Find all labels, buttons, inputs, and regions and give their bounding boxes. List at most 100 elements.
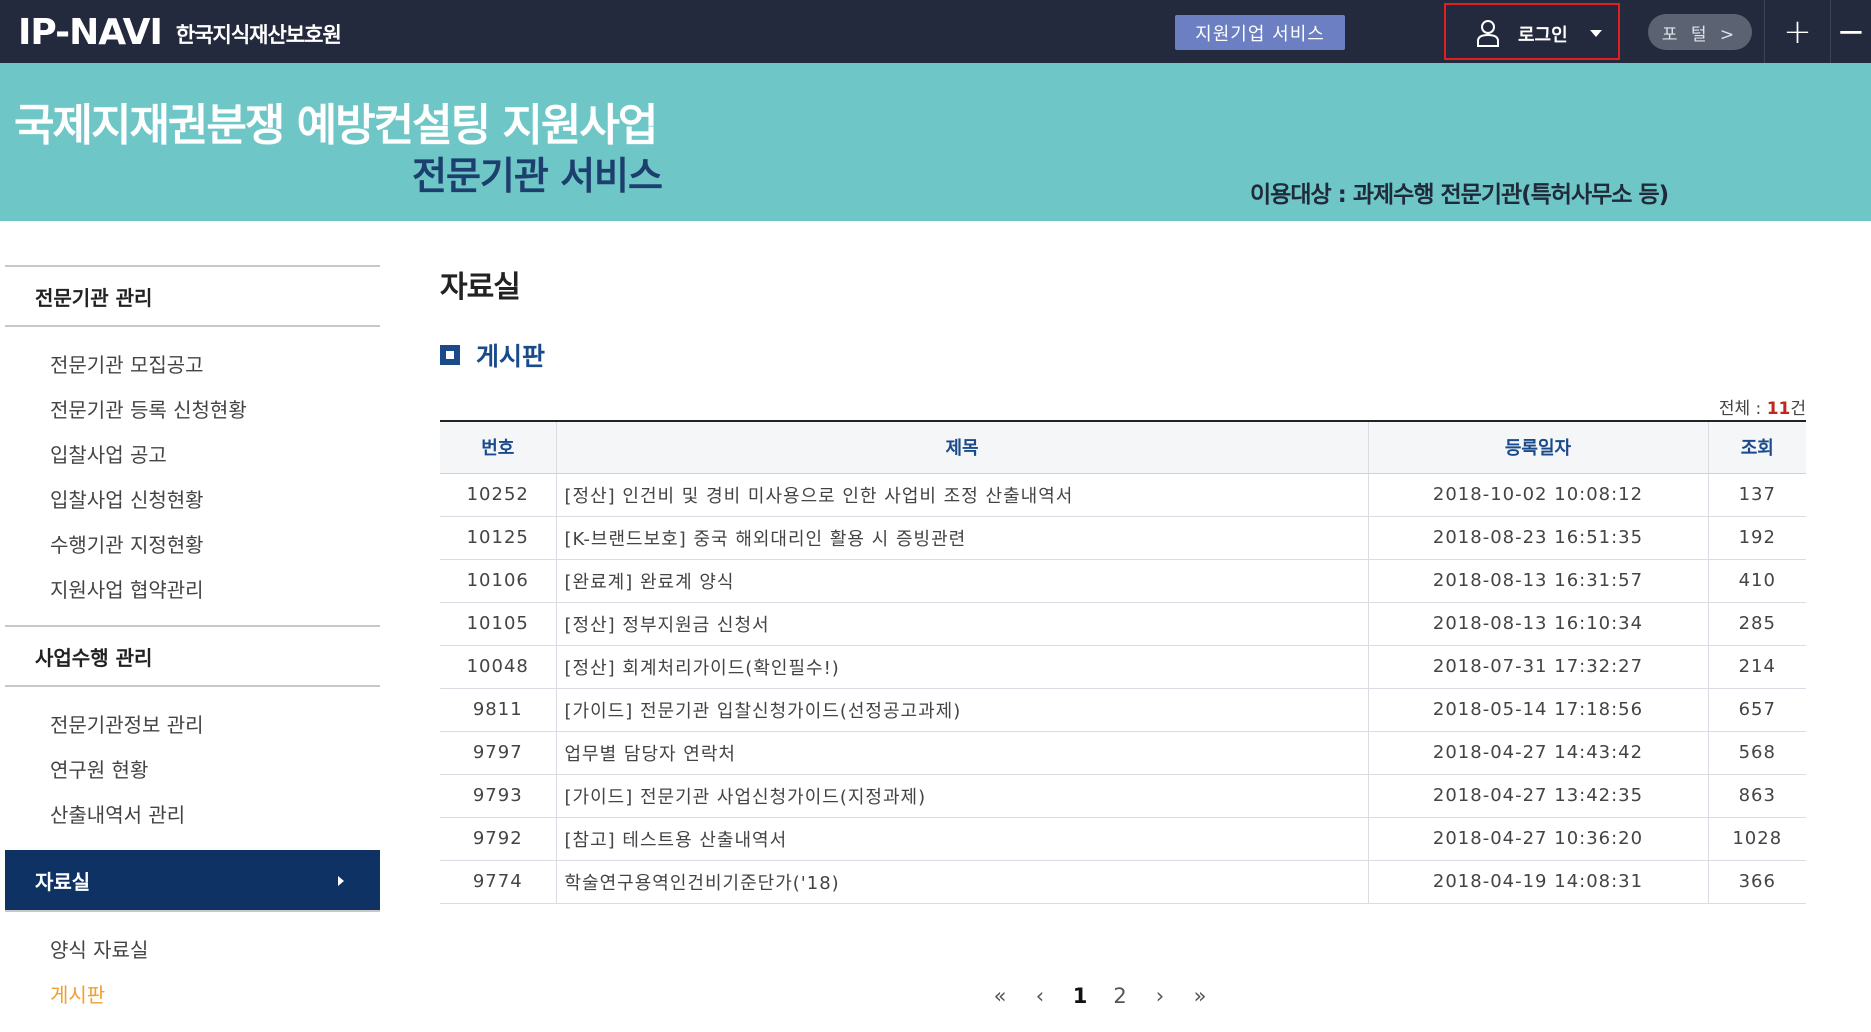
row-number: 10252: [440, 473, 556, 517]
table-row[interactable]: 10106 [완료계] 완료계 양식 2018-08-13 16:31:57 410: [440, 559, 1806, 603]
table-row[interactable]: 9793 [가이드] 전문기관 사업신청가이드(지정과제) 2018-04-27 1…: [440, 774, 1806, 818]
row-date: 2018-10-02 10:08:12: [1367, 473, 1708, 517]
column-header-date: 등록일자: [1367, 420, 1708, 474]
row-number: 9811: [440, 688, 556, 732]
square-bullet-icon: [440, 345, 460, 365]
total-prefix: 전체 :: [1718, 399, 1767, 419]
sidebar-item-registration-status[interactable]: 전문기관 등록 신청현황: [5, 386, 380, 431]
row-date: 2018-04-27 13:42:35: [1367, 774, 1708, 818]
banner-target-users: 이용대상 : 과제수행 전문기관(특허사무소 등): [1250, 182, 1669, 208]
login-dropdown[interactable]: 로그인: [1444, 3, 1620, 60]
page-1-button[interactable]: 1: [1060, 978, 1100, 1014]
row-views: 657: [1707, 688, 1806, 732]
table-row[interactable]: 10252 [정산] 인건비 및 경비 미사용으로 인한 사업비 조정 산출내역서…: [440, 473, 1806, 517]
sidebar-item-bid-application-status[interactable]: 입찰사업 신청현황: [5, 476, 380, 521]
minus-icon[interactable]: −: [1830, 0, 1871, 63]
row-title-link[interactable]: 업무별 담당자 연락처: [555, 731, 1368, 775]
row-title-link[interactable]: [가이드] 전문기관 사업신청가이드(지정과제): [555, 774, 1368, 818]
table-row[interactable]: 10125 [K-브랜드보호] 중국 해외대리인 활용 시 증빙관련 2018-08…: [440, 516, 1806, 560]
sidebar: 전문기관 관리 전문기관 모집공고 전문기관 등록 신청현황 입찰사업 공고 입…: [5, 265, 380, 1030]
pagination: « ‹ 1 2 › »: [980, 978, 1220, 1014]
row-date: 2018-05-14 17:18:56: [1367, 688, 1708, 732]
table-row[interactable]: 9811 [가이드] 전문기관 입찰신청가이드(선정공고과제) 2018-05-14…: [440, 688, 1806, 732]
prev-page-icon[interactable]: ‹: [1020, 978, 1060, 1014]
sidebar-item-cost-statement[interactable]: 산출내역서 관리: [5, 791, 380, 836]
row-number: 10048: [440, 645, 556, 689]
row-number: 9792: [440, 817, 556, 861]
sidebar-group-expert-management[interactable]: 전문기관 관리: [5, 265, 380, 327]
logo[interactable]: IP-NAVI 한국지식재산보호원: [18, 10, 342, 54]
page-2-button[interactable]: 2: [1100, 978, 1140, 1014]
row-views: 410: [1707, 559, 1806, 603]
row-title-link[interactable]: [정산] 정부지원금 신청서: [555, 602, 1368, 646]
row-date: 2018-08-13 16:10:34: [1367, 602, 1708, 646]
row-views: 568: [1707, 731, 1806, 775]
next-page-icon[interactable]: ›: [1140, 978, 1180, 1014]
table-header-row: 번호 제목 등록일자 조회: [440, 420, 1806, 474]
row-number: 10105: [440, 602, 556, 646]
table-row[interactable]: 10105 [정산] 정부지원금 신청서 2018-08-13 16:10:34 28…: [440, 602, 1806, 646]
first-page-icon[interactable]: «: [980, 978, 1020, 1014]
table-row[interactable]: 9792 [참고] 테스트용 산출내역서 2018-04-27 10:36:20 10…: [440, 817, 1806, 861]
row-title-link[interactable]: [정산] 인건비 및 경비 미사용으로 인한 사업비 조정 산출내역서: [555, 473, 1368, 517]
table-row[interactable]: 9774 학술연구용역인건비기준단가('18) 2018-04-19 14:08:3…: [440, 860, 1806, 904]
supported-company-service-button[interactable]: 지원기업 서비스: [1175, 15, 1345, 50]
row-number: 10106: [440, 559, 556, 603]
row-views: 214: [1707, 645, 1806, 689]
row-number: 9793: [440, 774, 556, 818]
total-number: 11: [1766, 399, 1791, 419]
row-title-link[interactable]: [참고] 테스트용 산출내역서: [555, 817, 1368, 861]
row-views: 285: [1707, 602, 1806, 646]
sidebar-list-archive: 양식 자료실 게시판: [5, 912, 380, 1030]
row-title-link[interactable]: [정산] 회계처리가이드(확인필수!): [555, 645, 1368, 689]
sidebar-item-expert-info[interactable]: 전문기관정보 관리: [5, 701, 380, 746]
logo-text: IP-NAVI: [18, 11, 163, 53]
row-title-link[interactable]: [가이드] 전문기관 입찰신청가이드(선정공고과제): [555, 688, 1368, 732]
row-views: 1028: [1707, 817, 1806, 861]
row-views: 137: [1707, 473, 1806, 517]
sidebar-item-bid-notice[interactable]: 입찰사업 공고: [5, 431, 380, 476]
row-date: 2018-08-13 16:31:57: [1367, 559, 1708, 603]
login-label: 로그인: [1518, 25, 1568, 46]
row-title-link[interactable]: [K-브랜드보호] 중국 해외대리인 활용 시 증빙관련: [555, 516, 1368, 560]
sidebar-item-agreement-management[interactable]: 지원사업 협약관리: [5, 566, 380, 611]
sidebar-list-project-management: 전문기관정보 관리 연구원 현황 산출내역서 관리: [5, 687, 380, 850]
row-number: 9774: [440, 860, 556, 904]
row-views: 863: [1707, 774, 1806, 818]
sidebar-group-archive-label: 자료실: [35, 869, 91, 894]
banner-subtitle: 전문기관 서비스: [412, 154, 663, 198]
section-title: 게시판: [440, 337, 545, 373]
sidebar-item-designation-status[interactable]: 수행기관 지정현황: [5, 521, 380, 566]
plus-icon[interactable]: +: [1764, 0, 1830, 63]
row-date: 2018-07-31 17:32:27: [1367, 645, 1708, 689]
sidebar-item-recruitment-notice[interactable]: 전문기관 모집공고: [5, 341, 380, 386]
row-number: 10125: [440, 516, 556, 560]
sidebar-item-researcher-status[interactable]: 연구원 현황: [5, 746, 380, 791]
row-number: 9797: [440, 731, 556, 775]
top-navigation-bar: IP-NAVI 한국지식재산보호원 지원기업 서비스 로그인 포 털 > + −: [0, 0, 1871, 63]
table-row[interactable]: 9797 업무별 담당자 연락처 2018-04-27 14:43:42 568: [440, 731, 1806, 775]
row-views: 192: [1707, 516, 1806, 560]
banner: 국제지재권분쟁 예방컨설팅 지원사업 전문기관 서비스 이용대상 : 과제수행 …: [0, 63, 1871, 221]
banner-title: 국제지재권분쟁 예방컨설팅 지원사업: [14, 100, 658, 151]
total-suffix: 건: [1790, 399, 1806, 419]
caret-down-icon: [1590, 30, 1602, 37]
total-count: 전체 : 11건: [1600, 394, 1806, 419]
row-views: 366: [1707, 860, 1806, 904]
table-row[interactable]: 10048 [정산] 회계처리가이드(확인필수!) 2018-07-31 17:32…: [440, 645, 1806, 689]
chevron-right-icon: [338, 876, 344, 886]
portal-button[interactable]: 포 털 >: [1648, 14, 1752, 50]
row-date: 2018-04-27 10:36:20: [1367, 817, 1708, 861]
sidebar-item-form-archive[interactable]: 양식 자료실: [5, 926, 380, 971]
sidebar-item-board[interactable]: 게시판: [5, 971, 380, 1016]
column-header-number: 번호: [440, 420, 556, 474]
row-title-link[interactable]: 학술연구용역인건비기준단가('18): [555, 860, 1368, 904]
last-page-icon[interactable]: »: [1180, 978, 1220, 1014]
row-date: 2018-04-19 14:08:31: [1367, 860, 1708, 904]
row-date: 2018-08-23 16:51:35: [1367, 516, 1708, 560]
board-table: 번호 제목 등록일자 조회 10252 [정산] 인건비 및 경비 미사용으로 인…: [440, 420, 1806, 904]
row-title-link[interactable]: [완료계] 완료계 양식: [555, 559, 1368, 603]
sidebar-group-project-management[interactable]: 사업수행 관리: [5, 625, 380, 687]
sidebar-list-expert-management: 전문기관 모집공고 전문기관 등록 신청현황 입찰사업 공고 입찰사업 신청현황…: [5, 327, 380, 625]
sidebar-group-archive[interactable]: 자료실: [5, 850, 380, 912]
